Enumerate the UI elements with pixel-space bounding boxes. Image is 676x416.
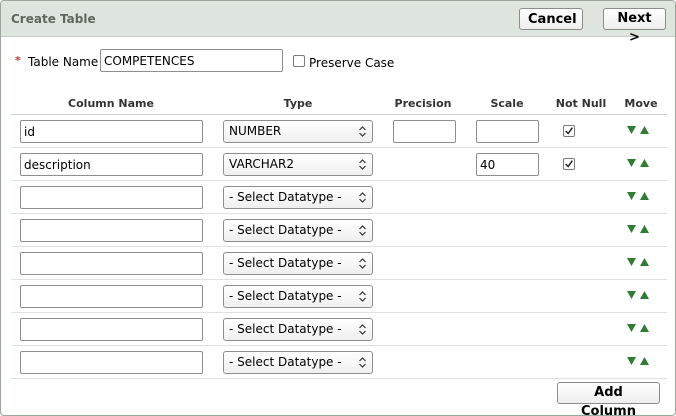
column-name-input[interactable] — [20, 318, 203, 341]
not-null-checkbox[interactable] — [563, 158, 575, 170]
table-row: - Select Datatype - — [11, 313, 667, 346]
move-header: Move — [624, 97, 658, 110]
datatype-select-value: - Select Datatype - — [229, 355, 342, 369]
datatype-select-value: - Select Datatype - — [229, 190, 342, 204]
updown-chevron-icon — [359, 324, 366, 335]
move-up-icon[interactable] — [640, 224, 649, 234]
move-down-icon[interactable] — [627, 158, 636, 168]
preserve-case-label: Preserve Case — [309, 56, 395, 70]
column-name-input[interactable] — [20, 120, 203, 143]
scale-input[interactable] — [476, 153, 539, 176]
type-header: Type — [283, 97, 313, 110]
updown-chevron-icon — [359, 258, 366, 269]
not-null-checkbox[interactable] — [563, 125, 575, 137]
column-name-input[interactable] — [20, 351, 203, 374]
row-divider — [11, 378, 667, 379]
add-column-button[interactable]: Add Column — [557, 382, 660, 415]
datatype-select[interactable]: - Select Datatype - — [223, 252, 373, 275]
move-down-icon[interactable] — [627, 290, 636, 300]
table-row: - Select Datatype - — [11, 214, 667, 247]
move-down-icon[interactable] — [627, 191, 636, 201]
move-up-icon[interactable] — [640, 257, 649, 267]
move-down-icon[interactable] — [627, 323, 636, 333]
datatype-select[interactable]: - Select Datatype - — [223, 186, 373, 209]
updown-chevron-icon — [359, 357, 366, 368]
checkmark-icon — [565, 160, 573, 168]
move-up-icon[interactable] — [640, 290, 649, 300]
column-name-input[interactable] — [20, 219, 203, 242]
datatype-select-value: - Select Datatype - — [229, 256, 342, 270]
move-up-icon[interactable] — [640, 356, 649, 366]
table-row: - Select Datatype - — [11, 247, 667, 280]
preserve-case-checkbox[interactable] — [293, 55, 305, 67]
not-null-header: Not Null — [555, 97, 607, 110]
updown-chevron-icon — [359, 192, 366, 203]
checkmark-icon — [565, 127, 573, 135]
updown-chevron-icon — [359, 159, 366, 170]
datatype-select-value: VARCHAR2 — [229, 157, 294, 171]
precision-header: Precision — [394, 97, 452, 110]
panel-header: Create Table Cancel Next > — [1, 1, 675, 45]
move-down-icon[interactable] — [627, 257, 636, 267]
updown-chevron-icon — [359, 291, 366, 302]
table-row: - Select Datatype - — [11, 181, 667, 214]
datatype-select-value: - Select Datatype - — [229, 322, 342, 336]
datatype-select[interactable]: - Select Datatype - — [223, 285, 373, 308]
table-name-input[interactable] — [100, 49, 283, 72]
scale-header: Scale — [490, 97, 524, 110]
precision-input[interactable] — [393, 120, 456, 143]
table-row: - Select Datatype - — [11, 280, 667, 313]
move-up-icon[interactable] — [640, 125, 649, 135]
column-name-input[interactable] — [20, 186, 203, 209]
move-up-icon[interactable] — [640, 158, 649, 168]
scale-input[interactable] — [476, 120, 539, 143]
table-name-label: Table Name — [28, 55, 99, 69]
datatype-select-value: - Select Datatype - — [229, 223, 342, 237]
column-name-header: Column Name — [68, 97, 154, 110]
datatype-select-value: - Select Datatype - — [229, 289, 342, 303]
datatype-select[interactable]: NUMBER — [223, 120, 373, 143]
column-name-input[interactable] — [20, 285, 203, 308]
move-up-icon[interactable] — [640, 323, 649, 333]
updown-chevron-icon — [359, 225, 366, 236]
cancel-button[interactable]: Cancel — [519, 8, 583, 30]
table-row: NUMBER — [11, 115, 667, 148]
datatype-select[interactable]: - Select Datatype - — [223, 351, 373, 374]
move-down-icon[interactable] — [627, 356, 636, 366]
datatype-select[interactable]: - Select Datatype - — [223, 318, 373, 341]
column-name-input[interactable] — [20, 153, 203, 176]
table-row: VARCHAR2 — [11, 148, 667, 181]
panel-title: Create Table — [11, 12, 96, 26]
move-down-icon[interactable] — [627, 224, 636, 234]
updown-chevron-icon — [359, 126, 366, 137]
create-table-panel: Create Table Cancel Next > * Table Name … — [0, 0, 676, 416]
datatype-select-value: NUMBER — [229, 124, 282, 138]
datatype-select[interactable]: VARCHAR2 — [223, 153, 373, 176]
required-marker: * — [15, 54, 21, 67]
move-up-icon[interactable] — [640, 191, 649, 201]
next-button[interactable]: Next > — [603, 8, 666, 45]
move-down-icon[interactable] — [627, 125, 636, 135]
column-name-input[interactable] — [20, 252, 203, 275]
table-row: - Select Datatype - — [11, 346, 667, 379]
datatype-select[interactable]: - Select Datatype - — [223, 219, 373, 242]
